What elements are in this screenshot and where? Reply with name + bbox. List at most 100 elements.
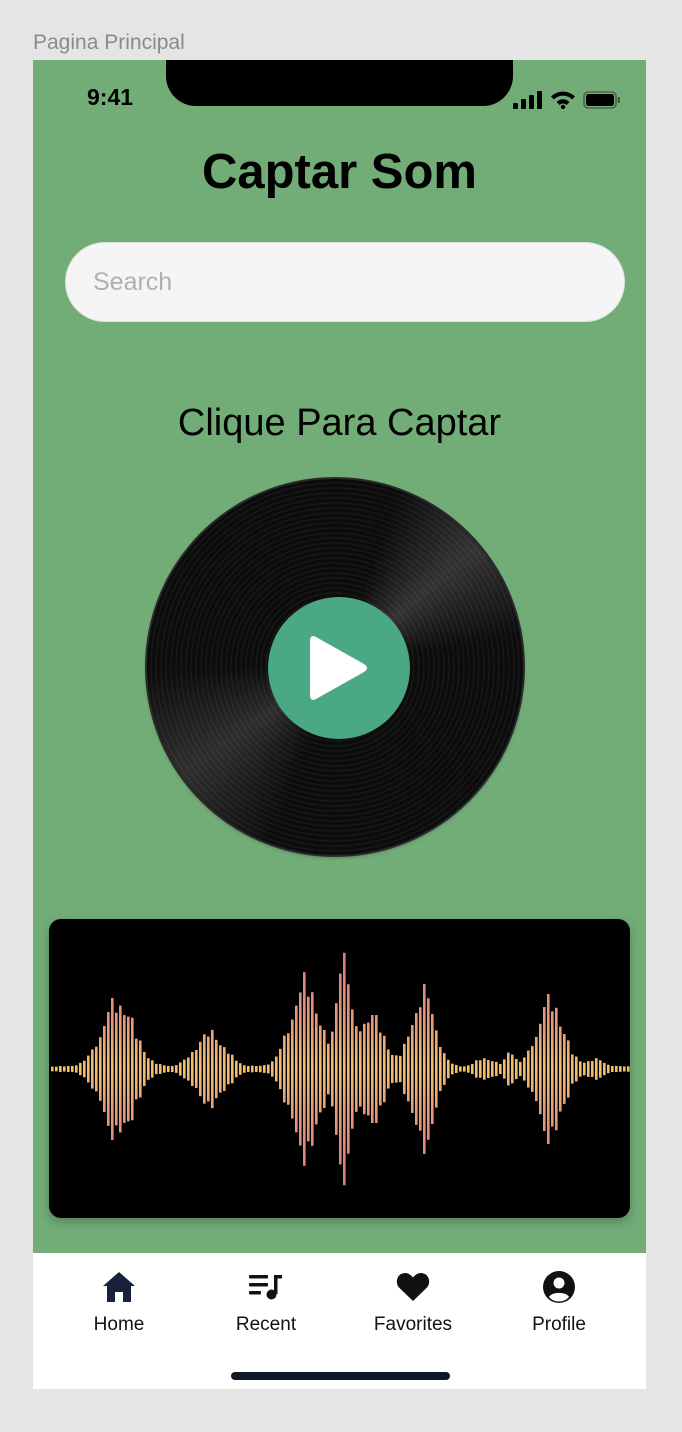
waveform-bar — [371, 1015, 374, 1123]
waveform-bar — [439, 1046, 442, 1092]
waveform-bar — [351, 1009, 354, 1129]
waveform-bar — [115, 1012, 118, 1126]
waveform-bar — [411, 1025, 414, 1113]
waveform-bar — [179, 1062, 182, 1076]
waveform-bar — [99, 1037, 102, 1101]
waveform-bar — [535, 1036, 538, 1102]
waveform-bar — [275, 1056, 278, 1082]
waveform-bar — [627, 1066, 630, 1072]
waveform-bar — [327, 1043, 330, 1095]
waveform-bar — [483, 1058, 486, 1080]
play-button[interactable] — [268, 597, 410, 739]
waveform-bar — [387, 1049, 390, 1089]
waveform-bar — [95, 1046, 98, 1092]
waveform-bar — [251, 1065, 254, 1073]
waveform-bar — [623, 1066, 626, 1072]
waveform-bar — [271, 1061, 274, 1077]
waveform-bar — [299, 992, 302, 1146]
waveform-bar — [343, 952, 346, 1186]
waveform-bar — [119, 1005, 122, 1133]
waveform-bar — [71, 1065, 74, 1073]
account-circle-icon — [543, 1271, 575, 1303]
waveform-bar — [531, 1046, 534, 1092]
waveform-bar — [519, 1061, 522, 1077]
waveform-bar — [443, 1053, 446, 1085]
waveform-bar — [103, 1025, 106, 1113]
waveform-bar — [363, 1023, 366, 1115]
status-time: 9:41 — [87, 84, 134, 110]
nav-item-favorites[interactable]: Favorites — [353, 1269, 473, 1336]
waveform-bar — [211, 1029, 214, 1109]
waveform-bar — [223, 1047, 226, 1091]
nav-label-home: Home — [93, 1314, 145, 1335]
nav-label-recent: Recent — [235, 1314, 297, 1335]
waveform-bar — [603, 1062, 606, 1076]
waveform-bar — [555, 1007, 558, 1131]
waveform-bar — [107, 1012, 110, 1126]
waveform-bar — [195, 1050, 198, 1088]
waveform-bar — [175, 1065, 178, 1073]
waveform-bar — [55, 1066, 58, 1072]
waveform-bar — [235, 1060, 238, 1078]
waveform-bar — [187, 1057, 190, 1081]
waveform-bar — [415, 1013, 418, 1125]
waveform-bar — [367, 1022, 370, 1116]
waveform-bar — [503, 1059, 506, 1079]
waveform-bar — [283, 1035, 286, 1103]
waveform-bar — [171, 1065, 174, 1073]
waveform-bar — [111, 997, 114, 1141]
waveform-bar — [403, 1043, 406, 1095]
waveform-bar — [147, 1058, 150, 1080]
waveform-bar — [495, 1061, 498, 1077]
waveform-bar — [315, 1013, 318, 1125]
waveform-bar — [407, 1036, 410, 1102]
waveform-bar — [287, 1033, 290, 1105]
waveform-bar — [215, 1039, 218, 1099]
waveform-bar — [263, 1065, 266, 1073]
search-input[interactable] — [65, 242, 625, 322]
waveform-bar — [247, 1066, 250, 1072]
waveform-bar — [567, 1040, 570, 1098]
waveform-bar — [219, 1045, 222, 1093]
waveform-bar — [379, 1032, 382, 1106]
waveform-bar — [131, 1017, 134, 1121]
waveform-bar — [291, 1019, 294, 1119]
waveform-bar — [575, 1056, 578, 1082]
waveform-bar — [447, 1059, 450, 1079]
waveform-bar — [383, 1035, 386, 1103]
frame-label: Pagina Principal — [33, 31, 185, 54]
waveform-bar — [451, 1063, 454, 1075]
waveform-bar — [467, 1065, 470, 1073]
waveform-bar — [579, 1061, 582, 1077]
waveform-bar — [479, 1060, 482, 1078]
waveform-bar — [487, 1059, 490, 1079]
waveform-bar — [355, 1026, 358, 1112]
waveform-bar — [163, 1065, 166, 1073]
waveform-bar — [391, 1054, 394, 1084]
nav-item-home[interactable]: Home — [59, 1269, 179, 1336]
vinyl-record-icon[interactable] — [147, 479, 523, 855]
home-icon — [103, 1272, 135, 1302]
playlist-icon — [249, 1275, 282, 1300]
waveform-bar — [207, 1036, 210, 1102]
waveform-bar — [303, 972, 306, 1166]
phone-screen: 9:41 Captar Som Clique Para Captar — [33, 60, 646, 1389]
waveform-bar — [507, 1052, 510, 1086]
waveform-bar — [595, 1058, 598, 1080]
nav-item-profile[interactable]: Profile — [499, 1269, 619, 1336]
nav-item-recent[interactable]: Recent — [206, 1269, 326, 1336]
waveform-bar — [475, 1060, 478, 1078]
waveform-bar — [339, 973, 342, 1165]
waveform-bar — [523, 1057, 526, 1081]
waveform-bar — [615, 1065, 618, 1073]
heart-icon — [396, 1273, 430, 1301]
waveform-bar — [423, 984, 426, 1154]
waveform-bar — [491, 1061, 494, 1077]
waveform-bar — [571, 1054, 574, 1084]
nav-label-favorites: Favorites — [373, 1314, 453, 1335]
waveform-bar — [231, 1054, 234, 1084]
notch — [166, 60, 513, 106]
waveform-bar — [167, 1065, 170, 1073]
waveform-bar — [123, 1015, 126, 1123]
waveform-bar — [139, 1040, 142, 1098]
